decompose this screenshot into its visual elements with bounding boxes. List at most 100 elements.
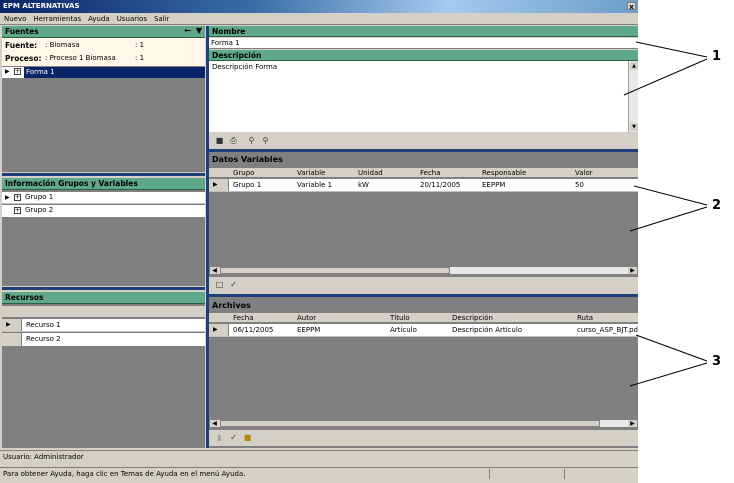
row-pointer-icon: ▶ <box>5 194 10 201</box>
horizontal-scrollbar[interactable]: ◀ ▶ <box>209 419 638 428</box>
col-descripcion[interactable]: Descripción <box>452 314 493 322</box>
fuentes-panel: Fuentes ← ▼ Fuente: : Biomasa : 1 Proces… <box>2 26 205 172</box>
zoom-out-icon[interactable]: ⚲ <box>261 136 270 145</box>
col-responsable[interactable]: Responsable <box>482 169 526 177</box>
vertical-scrollbar[interactable]: ▲ ▼ <box>628 61 638 132</box>
descripcion-value: Descripción Forma <box>212 63 278 71</box>
scroll-left-icon[interactable]: ◀ <box>210 267 219 274</box>
horizontal-scrollbar[interactable]: ◀ ▶ <box>209 266 638 275</box>
scroll-thumb[interactable] <box>220 420 600 427</box>
datos-grid-header: Grupo Variable Unidad Fecha Responsable … <box>209 168 638 178</box>
scroll-right-icon[interactable]: ▶ <box>628 420 637 427</box>
callout-label: 3 <box>712 354 722 369</box>
menu-salir[interactable]: Salir <box>150 13 173 23</box>
resource-item[interactable]: Recurso 2 <box>2 333 205 346</box>
row-pointer-icon: ▶ <box>213 326 218 333</box>
cell-autor[interactable]: EEPPM <box>297 326 320 334</box>
proceso-label: Proceso: <box>5 54 42 63</box>
scroll-right-icon[interactable]: ▶ <box>628 267 637 274</box>
archivos-grid-header: Fecha Autor Título Descripción Ruta <box>209 313 638 323</box>
datos-title: Datos Variables <box>212 155 283 164</box>
status-divider <box>564 469 565 479</box>
resource-item[interactable]: ▶ Recurso 1 <box>2 319 205 332</box>
fuente-value: : Biomasa <box>45 41 80 49</box>
menu-ayuda[interactable]: Ayuda <box>84 13 113 23</box>
print-icon[interactable]: ⎙ <box>229 136 238 145</box>
expand-icon[interactable]: + <box>14 207 21 214</box>
table-row[interactable]: ▶ Grupo 1 Variable 1 kW 20/11/2005 EEPPM… <box>209 179 638 192</box>
separator <box>2 173 205 176</box>
save-icon[interactable]: ■ <box>215 136 224 145</box>
new-document-icon[interactable]: □ <box>215 280 224 289</box>
menu-usuarios[interactable]: Usuarios <box>113 13 150 23</box>
menu-nuevo[interactable]: Nuevo <box>0 13 29 23</box>
info-panel: Información Grupos y Variables ▶ + Grupo… <box>2 178 205 286</box>
menu-bar: Nuevo Herramientas Ayuda Usuarios Salir <box>0 13 638 25</box>
cell-unidad[interactable]: kW <box>358 181 369 189</box>
row-pointer-icon: ▶ <box>6 321 11 328</box>
archivos-panel: Archivos Fecha Autor Título Descripción … <box>209 297 638 448</box>
col-fecha[interactable]: Fecha <box>420 169 441 177</box>
delete-icon[interactable]: ▮ <box>215 433 224 442</box>
cell-fecha[interactable]: 20/11/2005 <box>420 181 460 189</box>
row-header: ▶ <box>209 324 229 336</box>
zoom-in-icon[interactable]: ⚲ <box>247 136 256 145</box>
cell-ruta[interactable]: curso_ASP_BJT.pdf <box>577 326 638 334</box>
check-icon[interactable]: ✓ <box>229 433 238 442</box>
expand-icon[interactable]: + <box>14 68 21 75</box>
close-icon[interactable]: x <box>627 2 636 11</box>
cell-valor[interactable]: 50 <box>575 181 584 189</box>
resource-label: Recurso 2 <box>26 335 61 343</box>
row-pointer-icon: ▶ <box>5 68 10 75</box>
proceso-value: : Proceso 1 Biomasa <box>45 54 116 62</box>
open-folder-icon[interactable]: ■ <box>243 433 252 442</box>
recursos-grid-header <box>2 306 205 318</box>
cell-fecha[interactable]: 06/11/2005 <box>233 326 273 334</box>
cell-variable[interactable]: Variable 1 <box>297 181 332 189</box>
check-icon[interactable]: ✓ <box>229 280 238 289</box>
nombre-header: Nombre <box>209 26 638 37</box>
group-item[interactable]: + Grupo 2 <box>2 205 205 217</box>
scroll-down-icon[interactable]: ▼ <box>630 123 638 131</box>
form-toolbar: ■ ⎙ ⚲ ⚲ <box>209 133 638 147</box>
scroll-thumb[interactable] <box>220 267 450 274</box>
col-titulo[interactable]: Título <box>390 314 410 322</box>
forma-item-label[interactable]: Forma 1 <box>24 67 205 78</box>
fuente-label: Fuente: <box>5 41 38 50</box>
group-item[interactable]: ▶ + Grupo 1 <box>2 192 205 204</box>
col-fecha[interactable]: Fecha <box>233 314 254 322</box>
cell-titulo[interactable]: Artículo <box>390 326 417 334</box>
filter-icon[interactable]: ▼ <box>196 26 202 35</box>
table-row[interactable]: ▶ 06/11/2005 EEPPM Artículo Descripción … <box>209 324 638 337</box>
menu-herramientas[interactable]: Herramientas <box>29 13 84 23</box>
recursos-header: Recursos <box>2 292 205 304</box>
nombre-input[interactable]: Forma 1 <box>209 38 638 49</box>
col-ruta[interactable]: Ruta <box>577 314 593 322</box>
col-autor[interactable]: Autor <box>297 314 316 322</box>
scroll-left-icon[interactable]: ◀ <box>210 420 219 427</box>
scroll-up-icon[interactable]: ▲ <box>630 62 638 70</box>
descripcion-textarea[interactable]: Descripción Forma ▲ ▼ <box>209 61 638 132</box>
cell-grupo[interactable]: Grupo 1 <box>233 181 261 189</box>
fuentes-info: Fuente: : Biomasa : 1 Proceso: : Proceso… <box>2 38 205 66</box>
row-header: ▶ <box>209 179 229 191</box>
fuente-count: : 1 <box>135 41 145 49</box>
cell-responsable[interactable]: EEPPM <box>482 181 505 189</box>
help-status: Para obtener Ayuda, haga clic en Temas d… <box>3 470 246 478</box>
window-title: EPM ALTERNATIVAS <box>3 2 80 10</box>
fuentes-tree-item[interactable]: ▶ + Forma 1 <box>2 67 205 78</box>
col-variable[interactable]: Variable <box>297 169 325 177</box>
col-grupo[interactable]: Grupo <box>233 169 254 177</box>
col-unidad[interactable]: Unidad <box>358 169 383 177</box>
help-status-bar: Para obtener Ayuda, haga clic en Temas d… <box>0 467 638 479</box>
back-arrow-icon[interactable]: ← <box>184 26 191 35</box>
callout-line <box>629 362 708 387</box>
col-valor[interactable]: Valor <box>575 169 593 177</box>
datos-panel: Datos Variables Grupo Variable Unidad Fe… <box>209 152 638 293</box>
datos-toolbar: □ ✓ <box>209 277 638 293</box>
expand-icon[interactable]: + <box>14 194 21 201</box>
fuentes-header: Fuentes ← ▼ <box>2 26 205 38</box>
cell-descripcion[interactable]: Descripción Artículo <box>452 326 522 334</box>
nombre-title: Nombre <box>212 27 246 36</box>
group-label: Grupo 1 <box>25 193 54 201</box>
